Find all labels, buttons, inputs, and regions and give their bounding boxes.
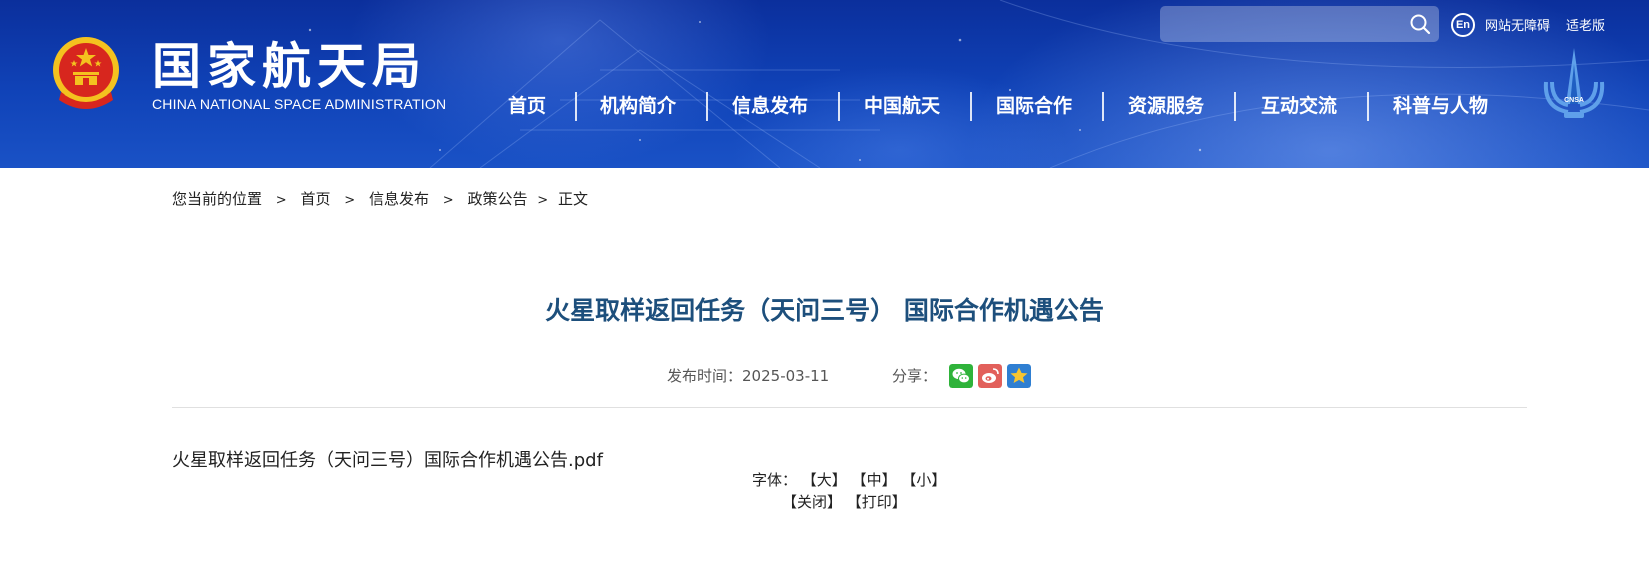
accessibility-link[interactable]: 网站无障碍 bbox=[1485, 15, 1550, 34]
nav-separator bbox=[706, 92, 708, 121]
favorite-star-icon[interactable] bbox=[1007, 364, 1031, 388]
breadcrumb-policy[interactable]: 政策公告 bbox=[467, 190, 527, 208]
font-medium-button[interactable]: 【中】 bbox=[852, 471, 897, 489]
nav-item-china-space[interactable]: 中国航天 bbox=[864, 88, 940, 124]
font-small-button[interactable]: 【小】 bbox=[901, 471, 946, 489]
nav-separator bbox=[838, 92, 840, 121]
page-tools: 【关闭】 【打印】 bbox=[782, 491, 907, 512]
breadcrumb-separator: > bbox=[442, 193, 454, 208]
publish-label: 发布时间： bbox=[667, 367, 743, 385]
breadcrumb-home[interactable]: 首页 bbox=[300, 190, 330, 208]
breadcrumb-separator: > bbox=[344, 193, 356, 208]
attachment-pdf-link[interactable]: 火星取样返回任务（天问三号）国际合作机遇公告.pdf bbox=[172, 446, 603, 472]
nav-item-resources[interactable]: 资源服务 bbox=[1128, 88, 1204, 124]
font-size-label: 字体： bbox=[752, 471, 798, 489]
publish-info: 发布时间：2025-03-11 bbox=[667, 365, 829, 386]
publish-date: 2025-03-11 bbox=[742, 367, 830, 385]
close-button[interactable]: 【关闭】 bbox=[782, 493, 842, 511]
font-size-controls: 字体： 【大】 【中】 【小】 bbox=[752, 469, 946, 490]
breadcrumb: 您当前的位置 > 首页 > 信息发布 > 政策公告 > 正文 bbox=[172, 188, 588, 209]
cnsa-logo-icon: CNSA bbox=[1543, 48, 1605, 118]
nav-item-international[interactable]: 国际合作 bbox=[996, 88, 1072, 124]
print-button[interactable]: 【打印】 bbox=[847, 493, 907, 511]
search-icon[interactable] bbox=[1409, 13, 1431, 35]
nav-separator bbox=[1367, 92, 1369, 121]
font-large-button[interactable]: 【大】 bbox=[802, 471, 847, 489]
nav-item-science[interactable]: 科普与人物 bbox=[1393, 88, 1488, 124]
nav-item-news[interactable]: 信息发布 bbox=[732, 88, 808, 124]
breadcrumb-separator: > bbox=[275, 193, 287, 208]
breadcrumb-news[interactable]: 信息发布 bbox=[369, 190, 429, 208]
nav-item-interaction[interactable]: 互动交流 bbox=[1261, 88, 1337, 124]
content-divider bbox=[172, 407, 1527, 408]
site-logo-title[interactable]: 国家航天局 bbox=[152, 38, 427, 96]
english-version-icon[interactable]: En bbox=[1451, 13, 1475, 37]
nav-separator bbox=[1102, 92, 1104, 121]
site-logo-subtitle: CHINA NATIONAL SPACE ADMINISTRATION bbox=[152, 96, 447, 112]
cnsa-badge-text: CNSA bbox=[1564, 97, 1584, 104]
weibo-icon[interactable] bbox=[978, 364, 1002, 388]
breadcrumb-separator: > bbox=[537, 193, 549, 208]
nav-separator bbox=[575, 92, 577, 121]
nav-separator bbox=[1234, 92, 1236, 121]
breadcrumb-current: 正文 bbox=[557, 190, 588, 208]
national-emblem-icon bbox=[53, 37, 119, 109]
breadcrumb-prefix: 您当前的位置 bbox=[172, 190, 263, 208]
elderly-version-link[interactable]: 适老版 bbox=[1566, 15, 1605, 34]
wechat-icon[interactable] bbox=[949, 364, 973, 388]
header-banner: 国家航天局 CHINA NATIONAL SPACE ADMINISTRATIO… bbox=[0, 0, 1649, 168]
search-input[interactable] bbox=[1160, 6, 1439, 42]
nav-item-home[interactable]: 首页 bbox=[508, 88, 546, 124]
share-label: 分享： bbox=[892, 367, 938, 385]
nav-separator bbox=[970, 92, 972, 121]
nav-item-about[interactable]: 机构简介 bbox=[600, 88, 676, 124]
article-title: 火星取样返回任务（天问三号） 国际合作机遇公告 bbox=[545, 296, 1104, 325]
